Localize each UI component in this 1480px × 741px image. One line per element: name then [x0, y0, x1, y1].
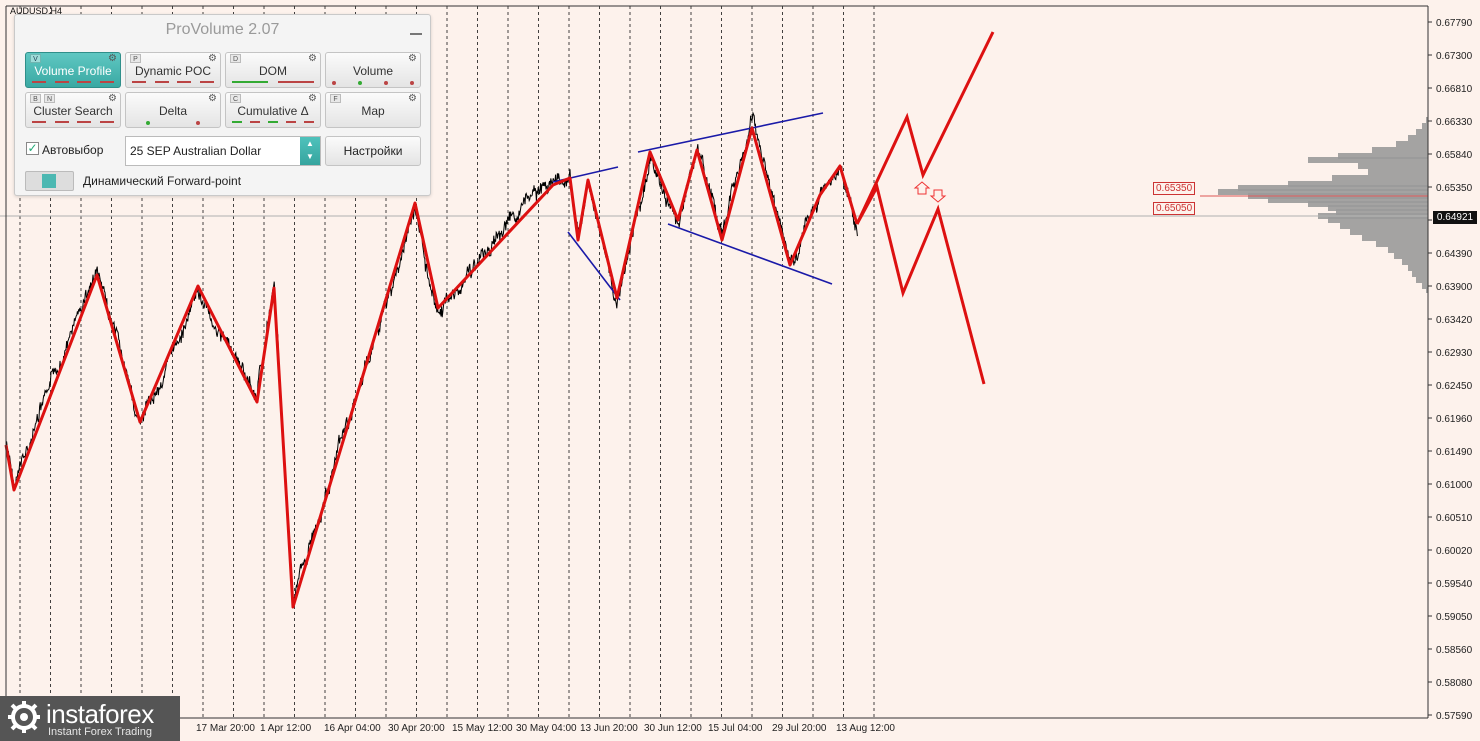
channel-line — [567, 231, 621, 301]
settings-button[interactable]: Настройки — [325, 136, 421, 166]
symbol-select-value: 25 SEP Australian Dollar — [130, 144, 262, 158]
hotkey-badge: P — [130, 54, 141, 63]
delta-button[interactable]: ⚙ Delta — [125, 92, 221, 128]
date-tick-label: 30 Apr 20:00 — [388, 723, 445, 734]
date-tick-label: 13 Aug 12:00 — [836, 723, 895, 734]
logo-tagline: Instant Forex Trading — [48, 726, 152, 738]
button-label: Delta — [158, 104, 187, 118]
date-tick-label: 15 May 12:00 — [452, 723, 513, 734]
indicator-marks — [232, 121, 314, 124]
gear-icon[interactable]: ⚙ — [208, 93, 217, 104]
hotkey-badge: V — [30, 54, 41, 63]
hotkey-badge: C — [230, 94, 241, 103]
forward-point-toggle[interactable] — [25, 171, 74, 191]
forward-point-label: Динамический Forward-point — [83, 174, 242, 188]
dynamic-poc-button[interactable]: P ⚙ Dynamic POC — [125, 52, 221, 88]
hotkey-badge: B — [30, 94, 41, 103]
map-button[interactable]: F ⚙ Map — [325, 92, 421, 128]
cumulative-delta-button[interactable]: C ⚙ Cumulative Δ — [225, 92, 321, 128]
chevron-updown-icon[interactable]: ▲ ▼ — [300, 137, 320, 165]
price-tick-label: 0.63420 — [1436, 315, 1473, 326]
volume-profile-button[interactable]: V ⚙ Volume Profile — [25, 52, 121, 88]
autoselect-label: Автовыбор — [42, 143, 104, 157]
gear-icon[interactable]: ⚙ — [308, 53, 317, 64]
level-tag-upper[interactable]: 0.65350 — [1153, 182, 1196, 195]
date-tick-label: 15 Jul 04:00 — [708, 723, 763, 734]
provolume-panel[interactable]: ProVolume 2.07 V ⚙ Volume Profile P ⚙ Dy… — [14, 14, 431, 196]
price-tick-label: 0.59050 — [1436, 612, 1473, 623]
price-tick-label: 0.66330 — [1436, 117, 1473, 128]
dom-button[interactable]: D ⚙ DOM — [225, 52, 321, 88]
channel-line — [667, 223, 833, 285]
forecast-up-line — [855, 31, 995, 225]
price-tick-label: 0.61490 — [1436, 447, 1473, 458]
price-tick-label: 0.62930 — [1436, 348, 1473, 359]
price-tick-label: 0.65350 — [1436, 183, 1473, 194]
instaforex-logo: instaforex Instant Forex Trading — [0, 696, 180, 741]
date-tick-label: 13 Jun 20:00 — [580, 723, 638, 734]
panel-title: ProVolume 2.07 — [165, 21, 280, 38]
button-label: Volume — [352, 64, 394, 78]
price-tick-label: 0.59540 — [1436, 579, 1473, 590]
hotkey-badge: N — [44, 94, 55, 103]
date-tick-label: 17 Mar 20:00 — [196, 723, 255, 734]
date-tick-label: 1 Apr 12:00 — [260, 723, 312, 734]
button-label: Map — [361, 104, 385, 118]
autoselect-checkbox[interactable]: ✓ — [26, 142, 39, 155]
indicator-marks — [332, 81, 414, 85]
hotkey-badge: D — [230, 54, 241, 63]
gear-icon[interactable]: ⚙ — [108, 53, 117, 64]
date-tick-label: 16 Apr 04:00 — [324, 723, 381, 734]
current-price-badge: 0.64921 — [1433, 211, 1477, 224]
up-arrow-icon — [913, 181, 931, 195]
button-label: Dynamic POC — [134, 64, 211, 78]
signal-arrows — [913, 181, 947, 203]
level-tag-lower[interactable]: 0.65050 — [1153, 202, 1196, 215]
price-tick-label: 0.60020 — [1436, 546, 1473, 557]
forecast-down-line — [855, 182, 986, 385]
price-tick-label: 0.62450 — [1436, 381, 1473, 392]
price-tick-label: 0.65840 — [1436, 150, 1473, 161]
minimize-icon[interactable] — [410, 23, 422, 35]
price-tick-label: 0.61960 — [1436, 414, 1473, 425]
price-tick-label: 0.57590 — [1436, 711, 1473, 722]
indicator-marks — [32, 121, 114, 124]
button-label: Cluster Search — [33, 104, 113, 118]
gear-icon[interactable]: ⚙ — [208, 53, 217, 64]
gear-icon[interactable]: ⚙ — [408, 93, 417, 104]
volume-button[interactable]: ⚙ Volume — [325, 52, 421, 88]
gear-icon[interactable]: ⚙ — [408, 53, 417, 64]
channel-line — [637, 112, 824, 153]
button-label: DOM — [259, 64, 287, 78]
price-tick-label: 0.61000 — [1436, 480, 1473, 491]
price-tick-label: 0.58560 — [1436, 645, 1473, 656]
gear-icon[interactable]: ⚙ — [308, 93, 317, 104]
volume-profile — [1218, 117, 1428, 293]
symbol-select[interactable]: 25 SEP Australian Dollar ▲ ▼ — [125, 136, 321, 166]
gear-icon[interactable]: ⚙ — [108, 93, 117, 104]
time-axis-labels: 17 Mar 20:00 1 Apr 12:00 16 Apr 04:00 30 Ap… — [196, 723, 895, 734]
gear-logo-icon — [8, 701, 40, 733]
indicator-marks — [132, 81, 214, 84]
date-tick-label: 30 May 04:00 — [516, 723, 577, 734]
price-scale-labels: 0.67790 0.67300 0.66810 0.66330 0.65840 0.653… — [1428, 18, 1473, 722]
button-label: Volume Profile — [34, 64, 112, 78]
price-tick-label: 0.66810 — [1436, 84, 1473, 95]
price-tick-label: 0.63900 — [1436, 282, 1473, 293]
price-tick-label: 0.67300 — [1436, 51, 1473, 62]
cluster-search-button[interactable]: B N ⚙ Cluster Search — [25, 92, 121, 128]
price-tick-label: 0.60510 — [1436, 513, 1473, 524]
down-arrow-icon — [929, 189, 947, 203]
indicator-marks — [232, 81, 314, 84]
indicator-marks — [32, 81, 114, 84]
price-tick-label: 0.67790 — [1436, 18, 1473, 29]
price-tick-label: 0.64390 — [1436, 249, 1473, 260]
hotkey-badge: F — [330, 94, 341, 103]
date-tick-label: 30 Jun 12:00 — [644, 723, 702, 734]
price-tick-label: 0.58080 — [1436, 678, 1473, 689]
indicator-marks — [132, 121, 214, 125]
date-tick-label: 29 Jul 20:00 — [772, 723, 827, 734]
button-label: Cumulative Δ — [237, 104, 309, 118]
